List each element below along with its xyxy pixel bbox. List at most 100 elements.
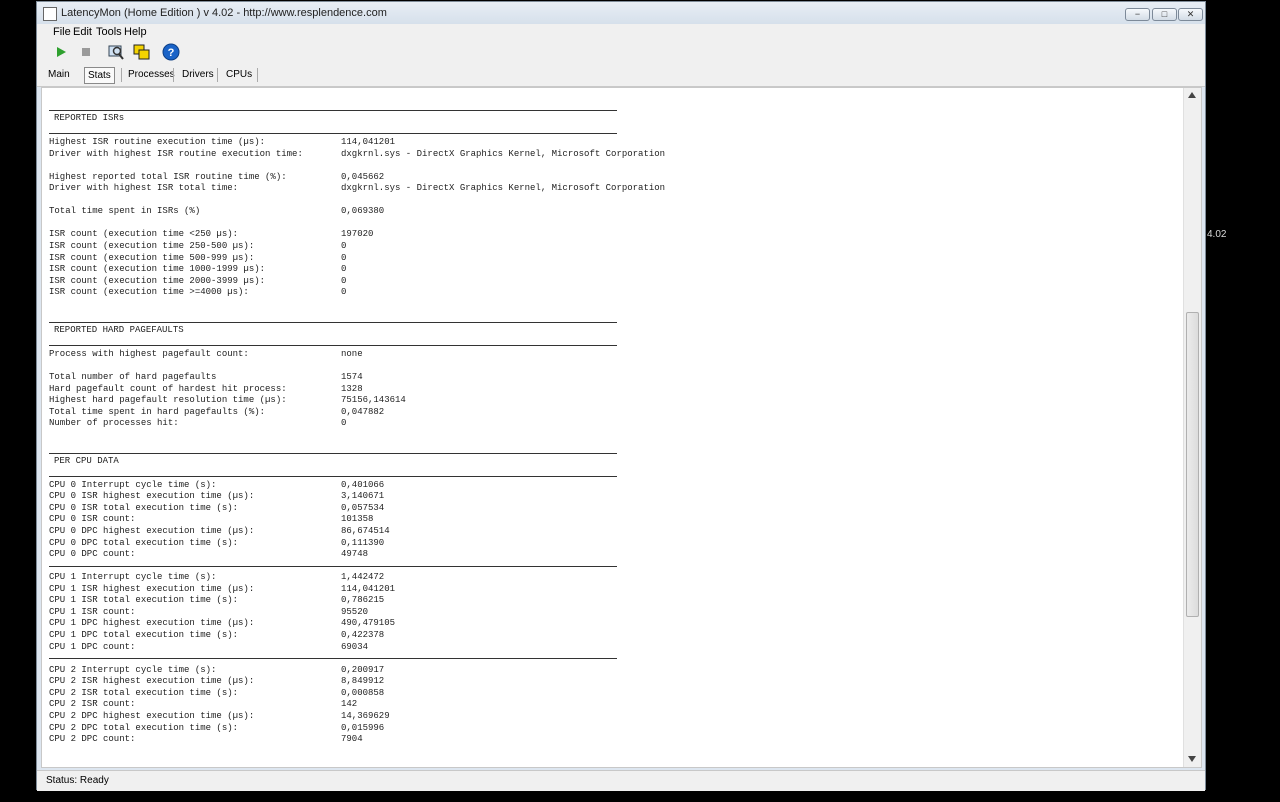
windows-icon [133, 44, 150, 60]
stat-value: 0 [341, 287, 347, 298]
stat-value: 0,047882 [341, 406, 385, 417]
stat-label: CPU 0 ISR highest execution time (µs): [49, 491, 255, 502]
stat-value: 0 [341, 241, 347, 252]
stat-value: 1,442472 [341, 572, 385, 583]
stat-value: 69034 [341, 641, 369, 652]
tab-cpus[interactable]: CPUs [223, 67, 255, 82]
stat-label: Hard pagefault count of hardest hit proc… [49, 383, 287, 394]
vertical-scrollbar[interactable] [1183, 88, 1201, 767]
stat-label: ISR count (execution time >=4000 µs): [49, 287, 249, 298]
menu-edit[interactable]: Edit [73, 26, 92, 38]
stat-label: CPU 0 ISR count: [49, 514, 136, 525]
stat-value: none [341, 348, 363, 359]
status-bar: Status: Ready [37, 770, 1205, 791]
stat-label: Number of processes hit: [49, 418, 179, 429]
stat-label: CPU 1 ISR count: [49, 606, 136, 617]
section-rule [49, 321, 617, 323]
stat-value: 0,057534 [341, 502, 385, 513]
section-rule [49, 133, 617, 134]
close-button[interactable]: ✕ [1178, 8, 1203, 21]
stat-value: 14,369629 [341, 710, 390, 721]
stat-label: CPU 1 ISR highest execution time (µs): [49, 583, 255, 594]
menu-bar: File Edit Tools Help [37, 24, 1205, 40]
help-button[interactable]: ? [161, 42, 181, 62]
menu-help[interactable]: Help [124, 26, 147, 38]
stat-value: 7904 [341, 734, 363, 745]
stat-value: 1574 [341, 371, 363, 382]
scrollbar-thumb[interactable] [1186, 312, 1199, 617]
stat-label: CPU 1 DPC total execution time (s): [49, 630, 239, 641]
windows-button[interactable] [132, 42, 152, 62]
tab-bar: Main Stats Processes Drivers CPUs [37, 64, 1205, 87]
toolbar: ? [37, 40, 1205, 64]
stat-label: ISR count (execution time 250-500 µs): [49, 241, 255, 252]
stat-value: 197020 [341, 229, 374, 240]
menu-tools[interactable]: Tools [96, 26, 122, 38]
stat-value: 114,041201 [341, 137, 396, 147]
stat-label: ISR count (execution time 2000-3999 µs): [49, 275, 266, 286]
section-header: REPORTED ISRs [54, 113, 125, 123]
scroll-down-icon[interactable] [1188, 756, 1196, 762]
tab-separator [173, 68, 174, 82]
stat-label: CPU 2 DPC highest execution time (µs): [49, 710, 255, 721]
stat-label: ISR count (execution time 1000-1999 µs): [49, 264, 266, 275]
stat-value: dxgkrnl.sys - DirectX Graphics Kernel, M… [341, 148, 666, 159]
stat-value: 490,479105 [341, 618, 396, 629]
stat-value: 0,422378 [341, 630, 385, 641]
stat-label: Process with highest pagefault count: [49, 348, 249, 359]
background-version-label: 4.02 [1207, 229, 1227, 240]
stat-label: CPU 2 DPC total execution time (s): [49, 722, 239, 733]
tab-main[interactable]: Main [45, 67, 73, 82]
stat-value: 0 [341, 418, 347, 429]
stat-label: Highest reported total ISR routine time … [49, 171, 287, 182]
stat-label: CPU 0 Interrupt cycle time (s): [49, 479, 217, 490]
stat-label: Total time spent in hard pagefaults (%): [49, 406, 266, 417]
stat-label: ISR count (execution time 500-999 µs): [49, 252, 255, 263]
stat-value: 95520 [341, 606, 369, 617]
stat-value: 86,674514 [341, 526, 390, 536]
tab-processes[interactable]: Processes [125, 67, 178, 82]
stat-value: 8,849912 [341, 676, 385, 687]
menu-file[interactable]: File [53, 26, 71, 38]
stat-value: 0,000858 [341, 687, 385, 698]
stat-value: 0,015996 [341, 722, 385, 733]
stat-label: CPU 1 DPC count: [49, 641, 136, 652]
stat-value: 0,200917 [341, 664, 385, 675]
stat-value: 0,401066 [341, 479, 385, 490]
stat-label: ISR count (execution time <250 µs): [49, 229, 239, 240]
group-rule [49, 565, 617, 567]
stat-value: 0 [341, 275, 347, 286]
stat-label: CPU 0 DPC count: [49, 549, 136, 560]
stat-value: 114,041201 [341, 583, 396, 594]
stat-label: CPU 1 DPC highest execution time (µs): [49, 618, 255, 629]
minimize-button[interactable]: − [1125, 8, 1150, 21]
stat-value: 142 [341, 699, 358, 710]
title-bar[interactable]: LatencyMon (Home Edition ) v 4.02 - http… [37, 2, 1205, 24]
section-rule [49, 110, 617, 111]
analyze-button[interactable] [106, 42, 126, 62]
section-rule [49, 344, 617, 346]
tab-drivers[interactable]: Drivers [179, 67, 217, 82]
svg-text:?: ? [168, 47, 175, 59]
stat-value: 0,069380 [341, 206, 385, 217]
stat-value: 0,045662 [341, 171, 385, 182]
stat-value: 0 [341, 252, 347, 263]
start-button[interactable] [51, 42, 71, 62]
stat-label: CPU 0 DPC highest execution time (µs): [49, 526, 255, 536]
status-text: Status: Ready [46, 775, 109, 786]
group-rule [49, 658, 617, 660]
scroll-up-icon[interactable] [1188, 92, 1196, 98]
stat-label: Highest ISR routine execution time (µs): [49, 137, 266, 147]
maximize-button[interactable]: □ [1152, 8, 1177, 21]
stat-label: Total time spent in ISRs (%) [49, 206, 201, 217]
stop-button[interactable] [76, 42, 96, 62]
stats-report-panel[interactable]: REPORTED ISRs Highest ISR routine executi… [41, 87, 1202, 768]
stat-label: CPU 2 DPC count: [49, 734, 136, 745]
stat-value: 0,786215 [341, 595, 385, 606]
tab-stats[interactable]: Stats [84, 67, 115, 84]
stat-value: 0 [341, 264, 347, 275]
play-icon [57, 47, 66, 57]
stat-label: CPU 2 ISR count: [49, 699, 136, 710]
stat-label: CPU 2 ISR highest execution time (µs): [49, 676, 255, 687]
stat-label: CPU 2 ISR total execution time (s): [49, 687, 239, 698]
